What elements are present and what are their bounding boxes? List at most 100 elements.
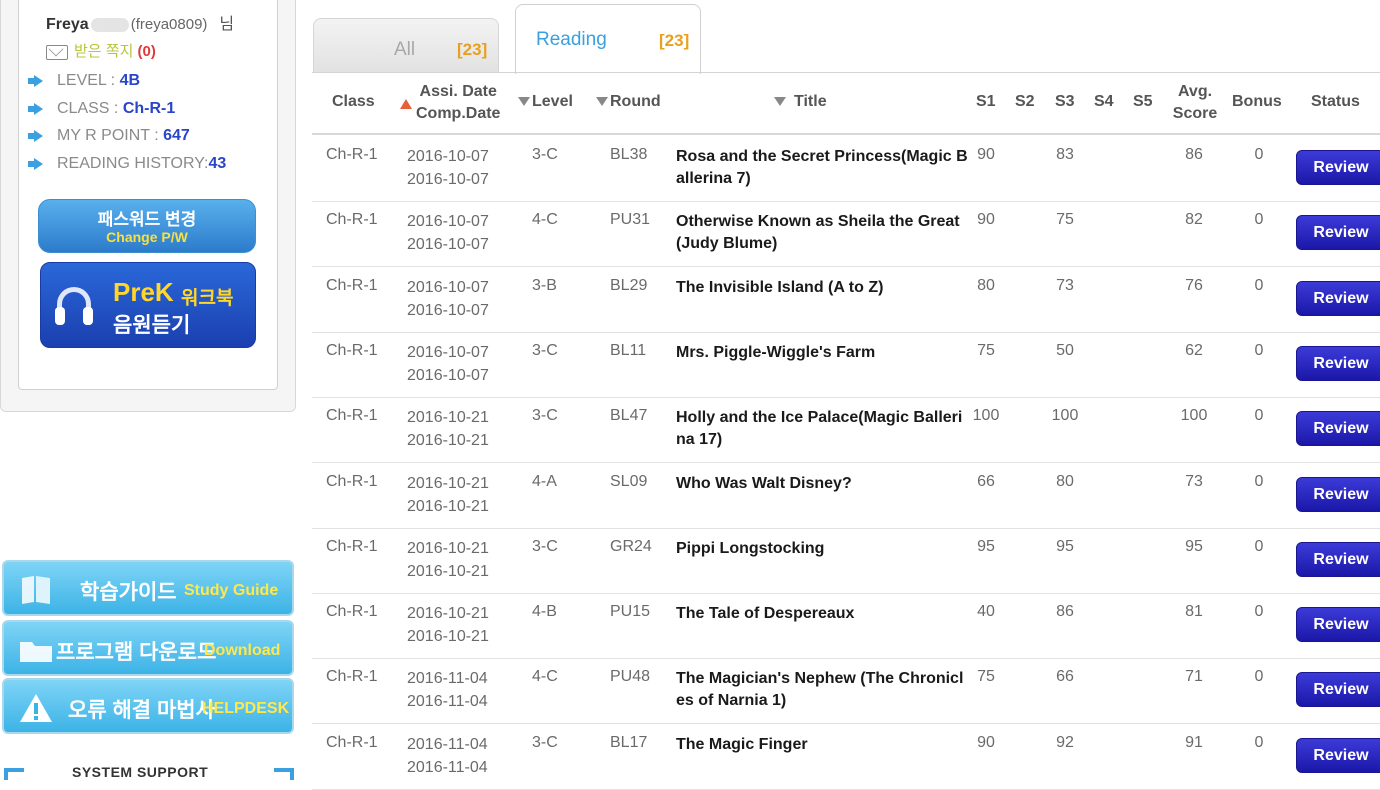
header-title[interactable]: Title — [774, 93, 827, 111]
review-button[interactable]: Review — [1296, 345, 1380, 381]
cell-avg-score: 76 — [1185, 276, 1203, 294]
cell-round: BL17 — [610, 733, 648, 751]
cell-round: GR24 — [610, 537, 652, 555]
table-row: Ch-R-1 3-C BL47 Holly and the Ice Palace(Ma… — [312, 398, 1380, 464]
cell-bonus: 0 — [1254, 146, 1264, 163]
table-row: Ch-R-1 3-C BL38 Rosa and the Secret Princes… — [312, 137, 1380, 202]
info-reading-history[interactable]: READING HISTORY:43 — [28, 155, 226, 173]
book-icon — [22, 576, 50, 604]
messages-link[interactable]: 받은 쪽지 (0) — [46, 40, 156, 61]
program-download-label-en: Download — [204, 642, 281, 659]
cell-bonus: 0 — [1254, 407, 1264, 425]
cell-class: Ch-R-1 — [326, 472, 378, 490]
system-support-title: SYSTEM SUPPORT — [72, 764, 209, 780]
cell-assi-date: 2016-10-07 — [407, 278, 489, 296]
cell-title[interactable]: Mrs. Piggle-Wiggle's Farm — [676, 342, 968, 364]
cell-title[interactable]: Who Was Walt Disney? — [676, 473, 968, 495]
change-password-button[interactable]: 패스워드 변경 Change P/W — [38, 199, 256, 253]
cell-title[interactable]: The Invisible Island (A to Z) — [676, 277, 968, 299]
header-round[interactable]: Round — [596, 93, 661, 111]
cell-level: 3-C — [532, 407, 558, 425]
sort-asc-icon[interactable] — [400, 96, 412, 114]
header-level[interactable]: Level — [518, 93, 573, 111]
header-assi-date: Assi. Date — [419, 83, 497, 100]
cell-title[interactable]: The Magician's Nephew (The Chronicles of… — [676, 668, 968, 712]
study-guide-button[interactable]: 학습가이드 Study Guide — [2, 560, 294, 616]
prek-label: PreK — [113, 277, 174, 307]
tab-reading[interactable]: Reading [23] — [515, 4, 701, 74]
messages-count: (0) — [137, 43, 156, 60]
cell-assi-date: 2016-10-21 — [407, 539, 489, 557]
tab-all[interactable]: All [23] — [313, 18, 499, 72]
cell-avg-score: 95 — [1185, 537, 1203, 555]
header-title-label: Title — [794, 93, 827, 110]
cell-dates: 2016-11-04 2016-11-04 — [407, 733, 488, 779]
cell-dates: 2016-10-07 2016-10-07 — [407, 210, 489, 256]
system-support: SYSTEM SUPPORT — [0, 764, 300, 784]
helpdesk-button[interactable]: 오류 해결 마법사 HELPDESK — [2, 678, 294, 734]
table-row: Ch-R-1 4-C PU31 Otherwise Known as Sheila t… — [312, 202, 1380, 268]
cell-s3: 92 — [1056, 733, 1074, 751]
cell-s1: 75 — [977, 668, 995, 686]
cell-title[interactable]: The Tale of Despereaux — [676, 603, 968, 625]
prek-audio-button[interactable]: PreK 워크북 음원듣기 — [40, 262, 256, 348]
cell-comp-date: 2016-10-07 — [407, 301, 489, 319]
table-row: Ch-R-1 3-C BL17 The Magic Finger 90 92 91 0 2016… — [312, 725, 1380, 790]
corner-bracket-icon — [4, 768, 24, 780]
cell-comp-date: 2016-10-07 — [407, 236, 489, 254]
name-mask — [90, 17, 129, 32]
cell-avg-score: 86 — [1185, 146, 1203, 163]
tab-label: All — [394, 39, 416, 60]
cell-dates: 2016-10-07 2016-10-07 — [407, 341, 489, 387]
cell-bonus: 0 — [1254, 211, 1264, 229]
cell-level: 3-C — [532, 733, 558, 751]
review-button[interactable]: Review — [1296, 280, 1380, 316]
prek-listen-label: 음원듣기 — [113, 314, 191, 337]
cell-dates: 2016-10-21 2016-10-21 — [407, 406, 489, 452]
review-button[interactable]: Review — [1296, 476, 1380, 512]
table-row: Ch-R-1 3-B BL29 The Invisible Island (A to … — [312, 268, 1380, 333]
cell-level: 3-C — [532, 341, 558, 359]
cell-avg-score: 100 — [1180, 407, 1208, 425]
cell-level: 3-B — [532, 276, 557, 294]
header-class[interactable]: Class — [332, 93, 375, 111]
cell-title[interactable]: Rosa and the Secret Princess(Magic Balle… — [676, 146, 968, 190]
cell-s3: 50 — [1056, 341, 1074, 359]
program-download-button[interactable]: 프로그램 다운로드 Download — [2, 620, 294, 676]
cell-bonus: 0 — [1254, 276, 1264, 294]
review-button[interactable]: Review — [1296, 150, 1380, 185]
header-bonus: Bonus — [1232, 93, 1282, 110]
cell-avg-score: 71 — [1185, 668, 1203, 686]
review-button[interactable]: Review — [1296, 215, 1380, 251]
cell-class: Ch-R-1 — [326, 146, 378, 163]
review-button[interactable]: Review — [1296, 411, 1380, 447]
review-button[interactable]: Review — [1296, 541, 1380, 577]
cell-level: 4-A — [532, 472, 557, 490]
header-dates[interactable]: Assi. Date Comp.Date — [416, 81, 500, 125]
review-button[interactable]: Review — [1296, 737, 1380, 773]
cell-title[interactable]: Pippi Longstocking — [676, 538, 968, 560]
cell-class: Ch-R-1 — [326, 603, 378, 621]
cell-s3: 66 — [1056, 668, 1074, 686]
main-content: All [23] Reading [23] Class Assi. Date Co… — [312, 0, 1380, 790]
cell-s3: 95 — [1056, 537, 1074, 555]
cell-s1: 100 — [972, 407, 1000, 425]
cell-level: 3-C — [532, 146, 558, 163]
info-class: CLASS : Ch-R-1 — [28, 100, 175, 118]
sort-desc-icon — [596, 97, 608, 106]
cell-title[interactable]: Otherwise Known as Sheila the Great (Jud… — [676, 211, 968, 255]
header-s3: S3 — [1055, 93, 1075, 110]
table-row: Ch-R-1 3-C BL11 Mrs. Piggle-Wiggle's Farm 75… — [312, 333, 1380, 398]
review-button[interactable]: Review — [1296, 607, 1380, 643]
cell-title[interactable]: The Magic Finger — [676, 734, 968, 756]
cell-s1: 90 — [977, 733, 995, 751]
cell-title[interactable]: Holly and the Ice Palace(Magic Ballerina… — [676, 407, 968, 451]
cell-level: 4-C — [532, 211, 558, 229]
cell-class: Ch-R-1 — [326, 668, 378, 686]
info-label: CLASS : — [57, 100, 119, 117]
cell-s1: 90 — [977, 211, 995, 229]
header-s1: S1 — [976, 93, 996, 110]
review-button[interactable]: Review — [1296, 672, 1380, 708]
user-name: Freya — [46, 16, 89, 33]
cell-class: Ch-R-1 — [326, 276, 378, 294]
